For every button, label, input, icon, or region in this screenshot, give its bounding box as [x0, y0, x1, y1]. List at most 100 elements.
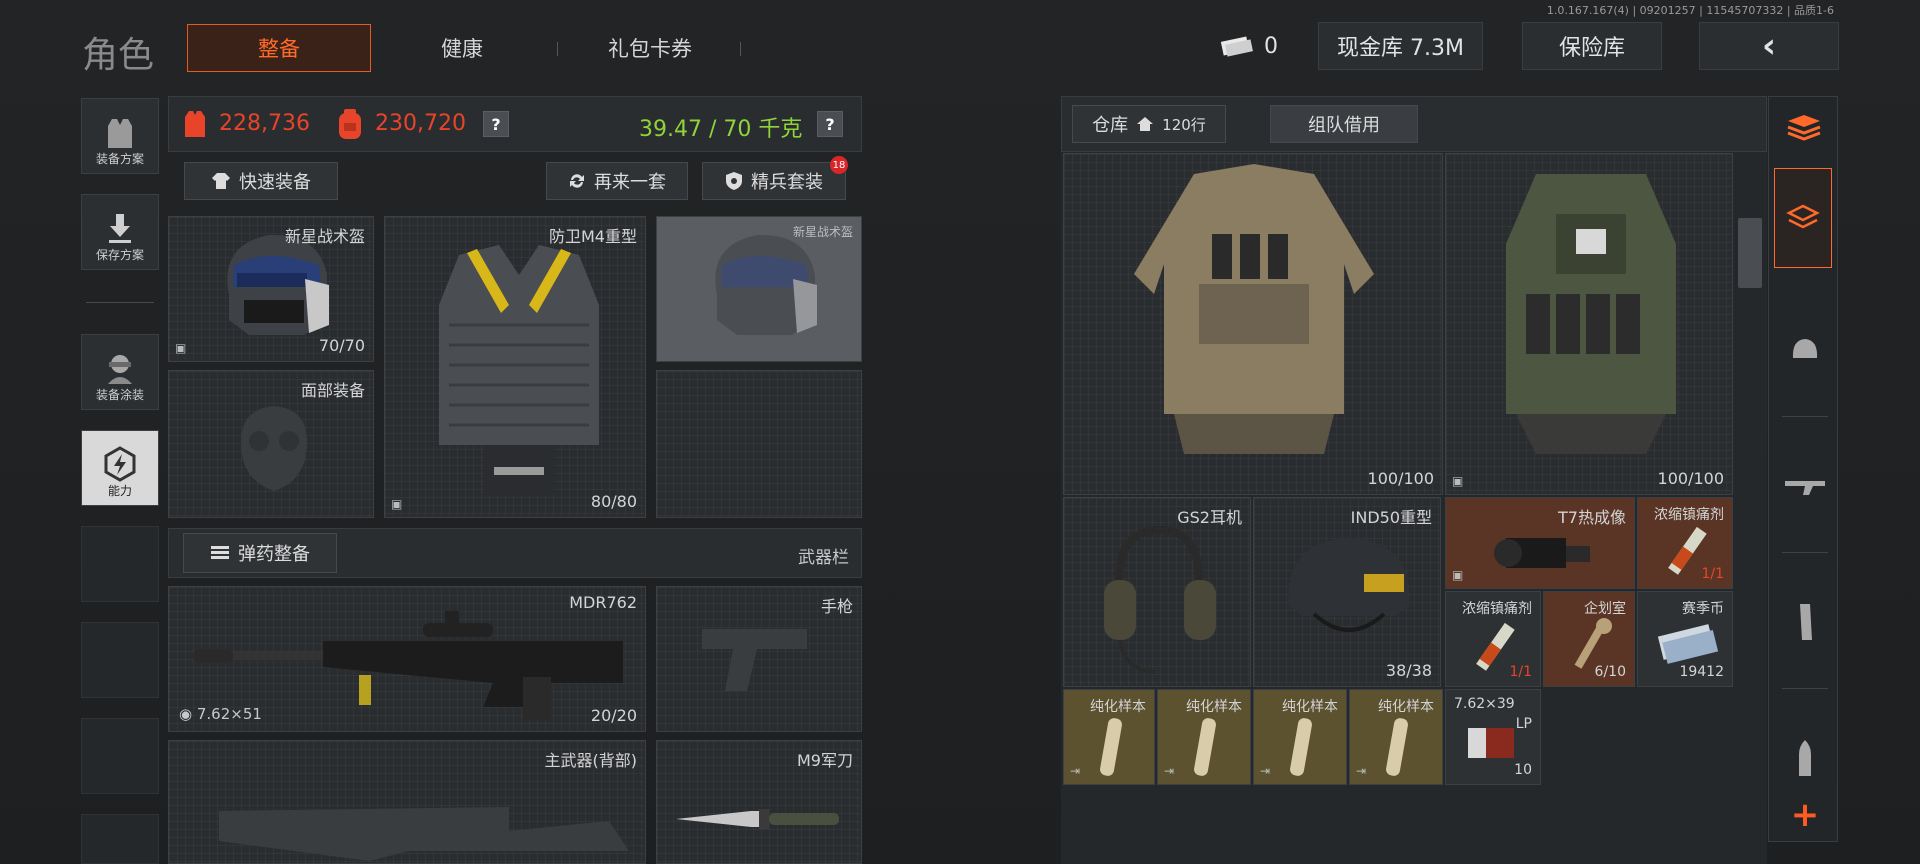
helmet-slot[interactable]: 新星战术盔 70/70 ▣ [168, 216, 374, 362]
storage-item-count: 100/100 [1367, 469, 1434, 488]
armor-tan-image [1134, 164, 1374, 454]
home-icon [1137, 117, 1154, 131]
storage-item-name: 纯化样本 [1186, 699, 1242, 715]
knife-slot[interactable]: M9军刀 [656, 740, 862, 864]
storage-item-name: 浓缩镇痛剂 [1654, 507, 1724, 523]
tab-gift[interactable]: 礼包卡券 [580, 24, 720, 72]
bullet-icon [1799, 740, 1811, 776]
side-save[interactable]: 保存方案 [81, 194, 159, 270]
back-button[interactable]: ‹ [1699, 22, 1839, 70]
side-ability-label: 能力 [107, 484, 132, 498]
weight-text: 39.47 / 70 千克 [639, 117, 803, 142]
category-divider [1782, 552, 1828, 553]
category-magazine[interactable] [1776, 572, 1834, 672]
helmet2-name: 新星战术盔 [792, 225, 853, 239]
storage-item[interactable]: 浓缩镇痛剂 1/1 [1637, 497, 1733, 589]
storage-item-name: IND50重型 [1350, 508, 1432, 527]
side-skin[interactable]: 装备涂装 [81, 334, 159, 410]
category-all[interactable] [1774, 168, 1832, 268]
back-weapon-slot[interactable]: 主武器(背部) [168, 740, 646, 864]
combat-helmet-image [1288, 538, 1410, 632]
pistol-placeholder-icon [702, 629, 807, 691]
tab-health[interactable]: 健康 [392, 24, 532, 72]
primary-weapon-slot[interactable]: MDR762 ◉ 7.62×51 20/20 [168, 586, 646, 732]
sort-button[interactable] [1776, 100, 1834, 154]
weight-help-button[interactable]: ? [817, 111, 843, 137]
category-weapon[interactable] [1776, 436, 1834, 536]
ability-icon [104, 446, 136, 482]
storage-item[interactable]: GS2耳机 [1063, 497, 1251, 687]
ammo-prep-button[interactable]: 弹药整备 [183, 533, 337, 573]
side-plan[interactable]: 装备方案 [81, 98, 159, 174]
warehouse-rows: 120行 [1162, 115, 1206, 134]
empty-slot[interactable] [656, 370, 862, 518]
storage-item[interactable]: 浓缩镇痛剂 1/1 [1445, 591, 1541, 687]
season-coin-image [1657, 624, 1719, 664]
knife-image [676, 809, 839, 829]
tab-team-borrow[interactable]: 组队借用 [1270, 105, 1418, 143]
insurance-button[interactable]: 保险库 [1522, 22, 1662, 70]
stats-bar: 228,736 230,720 ? 39.47 / 70 千克 ? [168, 96, 862, 152]
version-text: 1.0.167.167(4) | 09201257 | 11545707332 … [1546, 4, 1834, 17]
page-title: 角色 [82, 35, 155, 76]
storage-item-count: 100/100 [1657, 469, 1724, 488]
storage-item[interactable]: 纯化样本 ⇥ [1349, 689, 1443, 785]
storage-item[interactable]: 纯化样本 ⇥ [1063, 689, 1155, 785]
warehouse-label: 仓库 [1092, 115, 1129, 136]
again-button[interactable]: 再来一套 [546, 162, 688, 200]
side-ability[interactable]: 能力 [81, 430, 159, 506]
storage-item[interactable]: 100/100 [1063, 153, 1443, 495]
sample-vial-image [1100, 718, 1122, 776]
primary-name: MDR762 [569, 593, 637, 612]
storage-item[interactable]: 纯化样本 ⇥ [1157, 689, 1251, 785]
tab-equip[interactable]: 整备 [187, 24, 371, 72]
ammo-prep-label: 弹药整备 [238, 544, 310, 565]
storage-item[interactable]: 100/100 ▣ [1445, 153, 1733, 495]
quick-equip-label: 快速装备 [239, 172, 311, 193]
storage-item-count: 1/1 [1509, 664, 1532, 680]
shirt-icon [212, 173, 230, 189]
storage-scrollbar[interactable] [1738, 218, 1762, 288]
cube-icon: ▣ [391, 497, 403, 511]
cube-icon: ▣ [175, 341, 187, 355]
exit-icon: ⇥ [1260, 764, 1271, 778]
cash-display[interactable]: 0 [1213, 22, 1285, 70]
pistol-slot[interactable]: 手枪 [656, 586, 862, 732]
vault-button[interactable]: 现金库 7.3M [1318, 22, 1483, 70]
sample-vial-image [1194, 718, 1216, 776]
storage-item[interactable]: T7热成像 ▣ [1445, 497, 1635, 589]
helmet-name: 新星战术盔 [284, 227, 365, 246]
ammo-icon [211, 546, 229, 559]
helmet-count: 70/70 [318, 336, 365, 355]
face-slot[interactable]: 面部装备 [168, 370, 374, 518]
elite-set-button[interactable]: 精兵套装 [702, 162, 846, 200]
tab-warehouse[interactable]: 仓库 120行 [1072, 105, 1226, 143]
again-label: 再来一套 [594, 172, 666, 193]
headset-image [1104, 525, 1216, 674]
add-category-button[interactable]: + [1776, 790, 1834, 840]
storage-item[interactable]: 赛季币 19412 [1637, 591, 1733, 687]
side-save-label: 保存方案 [95, 248, 144, 262]
helmet-slot-2[interactable]: 新星战术盔 [656, 216, 862, 362]
storage-item[interactable]: 纯化样本 ⇥ [1253, 689, 1347, 785]
storage-item[interactable]: 企划室 6/10 [1543, 591, 1635, 687]
primary-ammo-text: 7.62×51 [196, 705, 262, 723]
primary-ammo: ◉ 7.62×51 [179, 705, 262, 723]
armor-slot[interactable]: 防卫M4重型 80/80 ▣ [384, 216, 646, 518]
value-help-button[interactable]: ? [483, 111, 509, 137]
storage-item-name: 纯化样本 [1090, 699, 1146, 715]
quick-equip-button[interactable]: 快速装备 [184, 162, 338, 200]
rifle-icon [1785, 481, 1825, 495]
backpack-icon [339, 109, 361, 139]
armor-value: 228,736 [219, 111, 310, 136]
storage-item-name: 赛季币 [1682, 601, 1724, 617]
side-empty-slot [81, 622, 159, 698]
storage-item[interactable]: 7.62×39 LP 10 [1445, 689, 1541, 785]
category-helmet[interactable] [1776, 300, 1834, 400]
storage-item[interactable]: IND50重型 38/38 [1253, 497, 1441, 687]
storage-item-name: T7热成像 [1558, 508, 1626, 527]
armor-green-image [1506, 174, 1676, 454]
exit-icon: ⇥ [1356, 764, 1367, 778]
shield-icon [726, 172, 742, 190]
cube-icon: ▣ [1452, 474, 1464, 488]
